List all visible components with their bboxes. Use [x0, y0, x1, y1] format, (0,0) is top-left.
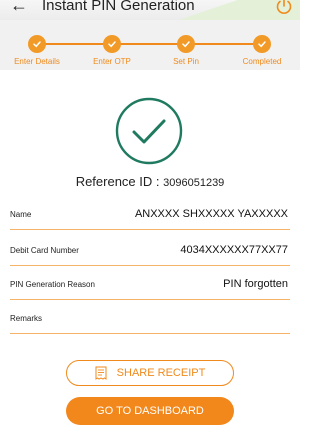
- step-2-check-icon: [103, 35, 121, 53]
- detail-value: PIN forgotten: [223, 278, 288, 290]
- reference-label: Reference ID :: [75, 174, 164, 189]
- detail-label: PIN Generation Reason: [10, 280, 95, 289]
- step-3-check-icon: [177, 35, 195, 53]
- step-4-check-icon: [253, 35, 271, 53]
- step-1-check-icon: [28, 35, 46, 53]
- detail-row-card: Debit Card Number 4034XXXXXX77XX77: [10, 242, 290, 266]
- power-icon[interactable]: [274, 0, 294, 16]
- page-title: Instant PIN Generation: [42, 0, 195, 14]
- detail-label: Remarks: [10, 314, 43, 323]
- step-4-label: Completed: [242, 57, 282, 66]
- go-to-dashboard-button[interactable]: GO TO DASHBOARD: [66, 397, 234, 425]
- reference-value: 3096051239: [163, 177, 225, 189]
- step-3-label: Set Pin: [173, 57, 199, 66]
- detail-row-name: Name ANXXXX SHXXXXX YAXXXXX: [10, 206, 290, 230]
- progress-stepper: Enter Details Enter OTP Set Pin Complete…: [0, 20, 300, 70]
- detail-row-reason: PIN Generation Reason PIN forgotten: [10, 276, 290, 300]
- stepper-track: [37, 43, 263, 45]
- step-1-label: Enter Details: [14, 57, 60, 66]
- step-2-label: Enter OTP: [93, 57, 131, 66]
- go-to-dashboard-label: GO TO DASHBOARD: [96, 405, 204, 417]
- check-circle-icon: [115, 97, 183, 165]
- detail-value: 4034XXXXXX77XX77: [180, 244, 288, 256]
- receipt-icon: [95, 366, 107, 380]
- share-receipt-button[interactable]: SHARE RECEIPT: [66, 360, 234, 386]
- back-arrow-icon[interactable]: ←: [10, 0, 28, 14]
- app-header: ← Instant PIN Generation: [0, 0, 300, 20]
- detail-value: ANXXXX SHXXXXX YAXXXXX: [134, 208, 288, 220]
- share-receipt-label: SHARE RECEIPT: [116, 367, 206, 379]
- detail-row-remarks: Remarks: [10, 310, 290, 334]
- detail-label: Name: [10, 210, 32, 219]
- detail-label: Debit Card Number: [10, 246, 79, 255]
- reference-id: Reference ID : 3096051239: [0, 174, 300, 189]
